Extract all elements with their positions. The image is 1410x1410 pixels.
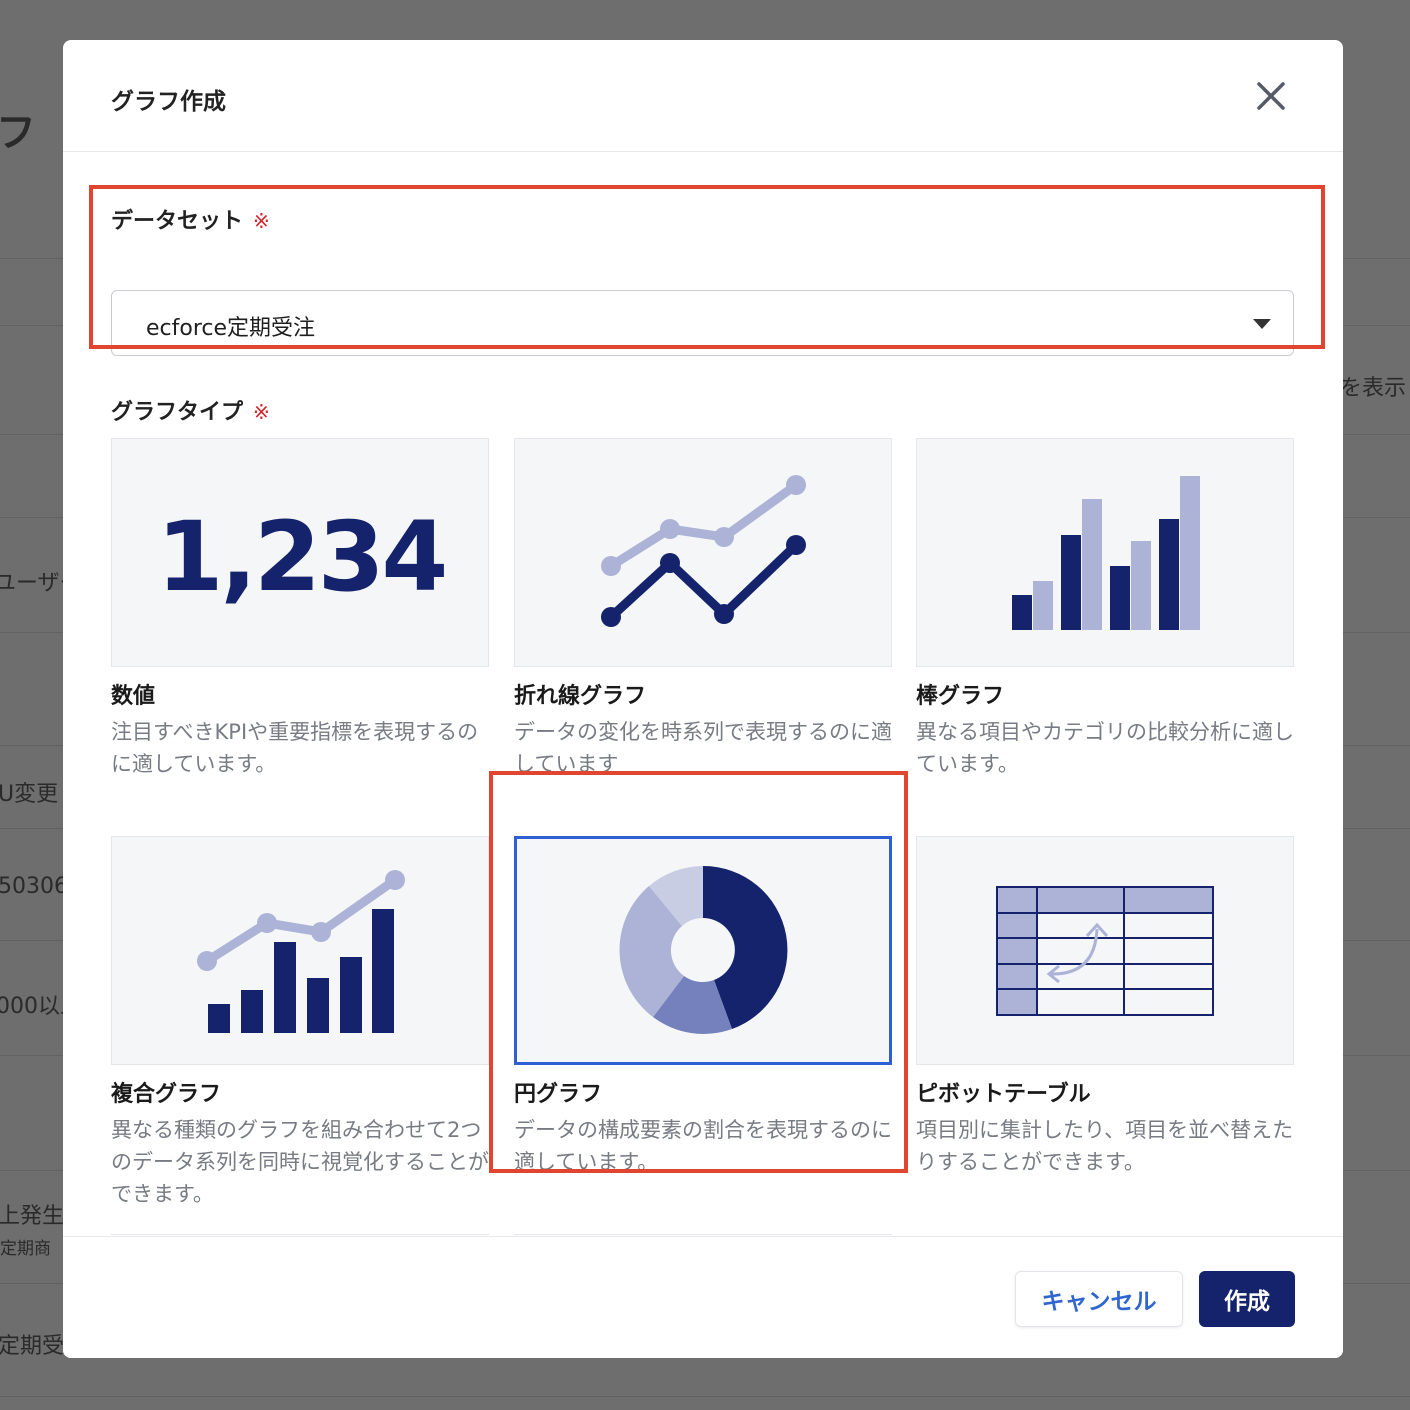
sample-number: 1,234 — [156, 501, 449, 613]
bg-text: 上発生 — [0, 1204, 65, 1229]
graph-type-label-text: グラフタイプ — [111, 400, 244, 425]
card-title: 棒グラフ — [916, 684, 1005, 709]
card-description: 異なる項目やカテゴリの比較分析に適しています。 — [916, 720, 1294, 776]
card-title: ピボットテーブル — [916, 1082, 1091, 1107]
create-button[interactable]: 作成 — [1199, 1271, 1295, 1327]
dialog-body: データセット ※ ecforce定期受注 グラフタイプ ※ 1,234 数値 注目す… — [63, 153, 1343, 1235]
graph-type-card-combo[interactable]: 複合グラフ 異なる種類のグラフを組み合わせて2つのデータ系列を同時に視覚化するこ… — [111, 836, 489, 1216]
graph-type-card-pivot[interactable]: ピボットテーブル 項目別に集計したり、項目を並べ替えたりすることができます。 — [916, 836, 1294, 1196]
number-preview: 1,234 — [111, 438, 489, 667]
dialog-title: グラフ作成 — [111, 89, 226, 115]
graph-type-label: グラフタイプ ※ — [111, 394, 270, 426]
required-mark: ※ — [253, 209, 270, 233]
card-title: 折れ線グラフ — [514, 684, 647, 709]
dataset-label-text: データセット — [111, 209, 244, 234]
bar-chart-preview — [916, 438, 1294, 667]
pie-chart-icon — [619, 865, 788, 1034]
card-title: 円グラフ — [514, 1082, 603, 1107]
card-description: データの構成要素の割合を表現するのに適しています。 — [514, 1118, 892, 1174]
dialog-footer: キャンセル 作成 — [63, 1236, 1343, 1358]
combo-chart-preview — [111, 836, 489, 1065]
graph-type-card-bar[interactable]: 棒グラフ 異なる項目やカテゴリの比較分析に適しています。 — [916, 438, 1294, 798]
required-mark: ※ — [253, 400, 270, 424]
card-description: 項目別に集計したり、項目を並べ替えたりすることができます。 — [916, 1118, 1294, 1174]
pie-chart-preview — [514, 836, 892, 1065]
card-description: 注目すべきKPIや重要指標を表現するのに適しています。 — [111, 720, 479, 776]
line-chart-icon — [601, 475, 806, 627]
card-title: 数値 — [111, 684, 156, 709]
cancel-button[interactable]: キャンセル — [1015, 1271, 1183, 1327]
bar-chart-icon — [1012, 476, 1200, 630]
bg-text: U変更 — [0, 782, 59, 807]
graph-type-card-partial[interactable] — [514, 1234, 892, 1235]
bg-divider — [0, 1396, 1410, 1397]
dataset-select[interactable]: ecforce定期受注 — [111, 290, 1294, 356]
caret-down-icon — [1253, 319, 1271, 329]
card-title: 複合グラフ — [111, 1082, 222, 1107]
bg-text: を表示 — [1340, 376, 1407, 401]
graph-type-card-partial[interactable] — [111, 1234, 489, 1235]
bg-text: 50306 — [0, 874, 68, 899]
close-button[interactable] — [1251, 76, 1291, 116]
line-chart-preview — [514, 438, 892, 667]
pivot-table-icon — [996, 886, 1214, 1016]
graph-type-card-pie[interactable]: 円グラフ データの構成要素の割合を表現するのに適しています。 — [514, 836, 892, 1196]
bg-text: 定期受 — [0, 1334, 65, 1359]
dialog-header: グラフ作成 — [63, 40, 1343, 152]
dataset-label: データセット ※ — [111, 203, 270, 235]
dataset-selected-value: ecforce定期受注 — [146, 316, 316, 341]
close-icon — [1257, 82, 1285, 110]
card-description: データの変化を時系列で表現するのに適しています — [514, 720, 892, 776]
graph-type-card-number[interactable]: 1,234 数値 注目すべきKPIや重要指標を表現するのに適しています。 — [111, 438, 489, 798]
graph-type-card-line[interactable]: 折れ線グラフ データの変化を時系列で表現するのに適しています — [514, 438, 892, 798]
bg-heading-fragment: フ — [0, 110, 36, 156]
card-description: 異なる種類のグラフを組み合わせて2つのデータ系列を同時に視覚化することができます… — [111, 1118, 489, 1206]
create-graph-dialog: グラフ作成 データセット ※ ecforce定期受注 グラフタイプ ※ 1,234 … — [63, 40, 1343, 1358]
combo-chart-icon — [197, 870, 405, 1033]
bg-text: 定期商 — [0, 1239, 51, 1259]
pivot-table-preview — [916, 836, 1294, 1065]
